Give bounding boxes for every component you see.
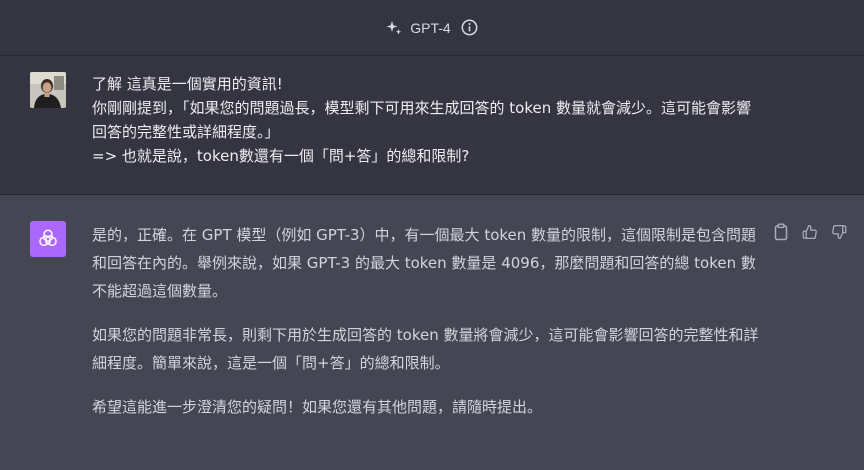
assistant-paragraph: 如果您的問題非常長，則剩下用於生成回答的 token 數量將會減少，這可能會影響… [92,326,759,372]
openai-logo-icon [30,221,66,257]
assistant-message: 是的，正確。在 GPT 模型（例如 GPT-3）中，有一個最大 token 數量… [0,195,864,470]
model-name-label: GPT-4 [410,19,451,36]
copy-icon[interactable] [772,223,790,241]
assistant-paragraph: 希望這能進一步澄清您的疑問！如果您還有其他問題，請隨時提出。 [92,398,543,416]
thumbs-down-icon[interactable] [830,223,848,241]
assistant-paragraph: 是的，正確。在 GPT 模型（例如 GPT-3）中，有一個最大 token 數量… [92,226,757,300]
info-icon[interactable] [461,19,478,36]
user-message-text: 了解 這真是一個實用的資訊! 你剛剛提到，「如果您的問題過長，模型剩下可用來生成… [92,75,751,165]
user-message: 了解 這真是一個實用的資訊! 你剛剛提到，「如果您的問題過長，模型剩下可用來生成… [0,56,864,195]
model-header: GPT-4 [0,0,864,56]
sparkle-icon [386,20,402,36]
message-actions [772,223,848,241]
thumbs-up-icon[interactable] [801,223,819,241]
user-avatar [30,72,66,108]
chat-window: GPT-4 了解 這真是一個實用的資訊! 你剛剛提到，「如果您的問題過長，模型剩… [0,0,864,470]
assistant-message-text: 是的，正確。在 GPT 模型（例如 GPT-3）中，有一個最大 token 數量… [92,221,764,437]
